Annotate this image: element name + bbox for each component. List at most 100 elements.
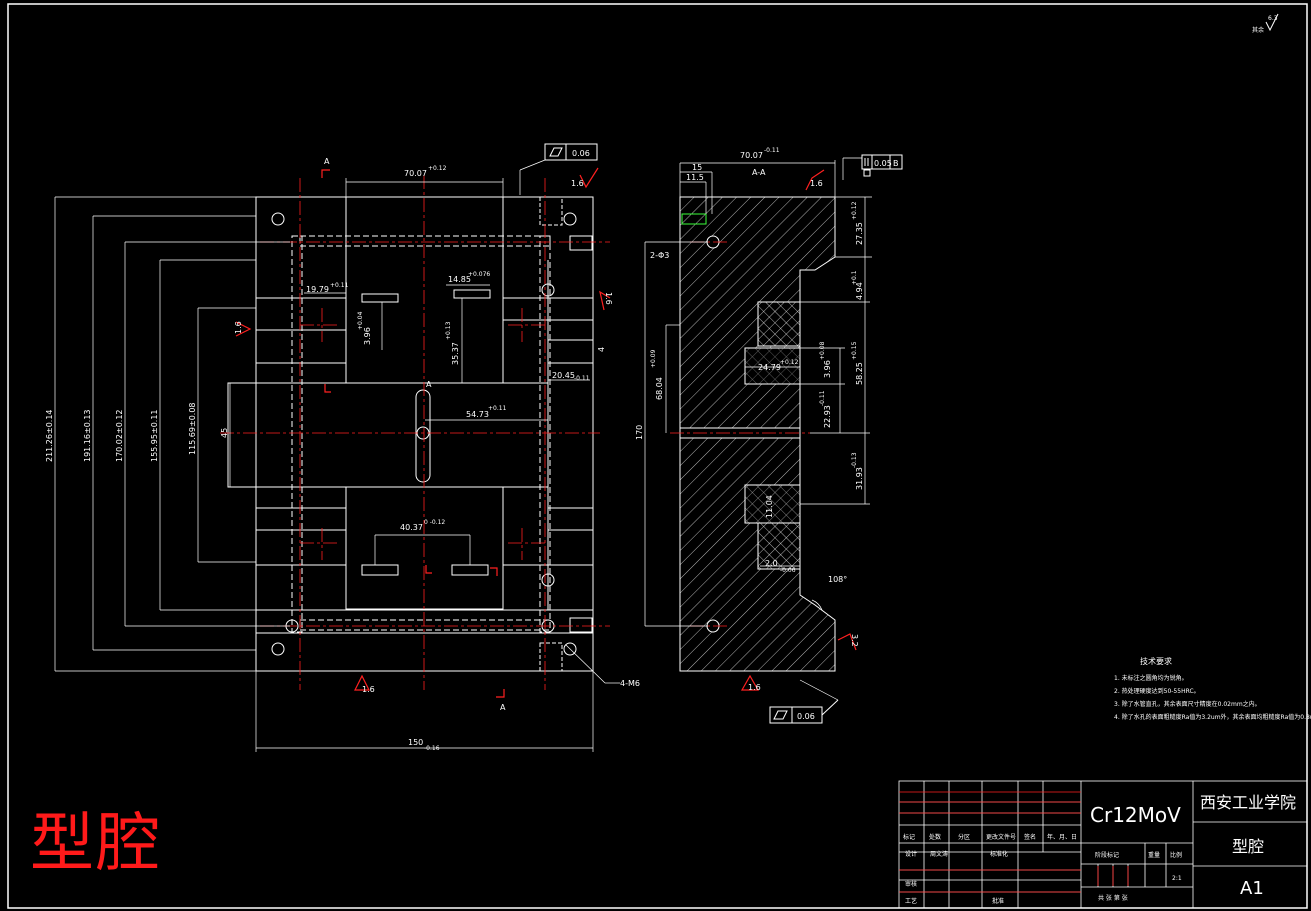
section-view (679, 196, 836, 672)
flatness-frame-bottom: 0.06 (769, 699, 839, 724)
standard-label: 标准化 (990, 850, 1008, 858)
sec-dim-top: 70.07 (740, 151, 763, 160)
dim-top-width-tol: +0.12 (428, 165, 447, 172)
sec-dim-20: 2.0 (765, 559, 778, 568)
header-zone: 分区 (958, 833, 970, 841)
note-2: 2. 热处理硬度达到50-55HRC。 (1114, 687, 1200, 695)
dim-small-h: 45 (220, 428, 229, 438)
dim-inner-h: 115.69±0.08 (188, 402, 197, 455)
dim-3537: 35.37 (451, 342, 460, 365)
scale-value: 2:1 (1172, 875, 1182, 882)
dim-396-tol: +0.04 (357, 311, 364, 330)
header-count: 处数 (929, 833, 941, 841)
sec-dim-2479: 24.79 (758, 363, 781, 372)
sec-dim-6804-tol: +0.09 (650, 349, 657, 368)
sec-dim-angle: 108° (828, 575, 847, 584)
section-label: A-A (752, 168, 766, 177)
header-mark: 标记 (903, 833, 915, 841)
cad-drawing-canvas: 其余 6.3 A A A 70.07 +0.12 150 -0.16 211.2… (7, 3, 1311, 909)
notes-heading: 技术要求 (1140, 656, 1172, 666)
front-view (227, 196, 594, 672)
flatness-top-value: 0.06 (572, 149, 590, 158)
dim-small-r: 4 (597, 347, 606, 352)
roughness-prefix: 其余 (1252, 26, 1264, 34)
dim-3537-tol: +0.13 (445, 321, 452, 340)
rough-front-right: 1.6 (604, 292, 613, 305)
front-center-lines (220, 175, 610, 690)
sec-dim-5825-tol: +0.15 (851, 341, 858, 360)
sec-dim-170: 170 (635, 425, 644, 440)
dim-1979-tol: +0.11 (330, 282, 349, 289)
sec-dim-396-tol: +0.08 (819, 341, 826, 360)
front-dim-lines (54, 159, 620, 752)
sec-dim-115: 11.5 (686, 173, 704, 182)
sec-dim-2479-tol: +0.12 (780, 359, 799, 366)
review-label: 审核 (905, 880, 917, 888)
rough-front-top: 1.6 (571, 179, 584, 188)
parallel-frame: 0.05 B (861, 154, 903, 177)
sec-dim-top-tol: -0.11 (764, 147, 780, 154)
section-mark-top: A (324, 157, 330, 166)
header-change-doc: 更改文件号 (986, 833, 1016, 841)
dim-bottom-width-tol: -0.16 (424, 745, 440, 752)
dim-4037-tol: 0 -0.12 (424, 519, 445, 526)
school-name: 西安工业学院 (1200, 793, 1296, 812)
dim-1485-tol: +0.076 (468, 271, 490, 278)
sec-dim-6804: 68.04 (655, 377, 664, 400)
roughness-value: 6.3 (1268, 15, 1278, 22)
sec-dim-396: 3.96 (823, 360, 832, 378)
dim-5473-tol: +0.11 (488, 405, 507, 412)
sec-dim-hole: 2-Φ3 (650, 251, 669, 260)
sheet-size: A1 (1240, 878, 1264, 899)
sec-dim-3193: 31.93 (855, 467, 864, 490)
section-mark-center: A (426, 380, 432, 389)
sec-dim-3193-tol: -0.13 (851, 452, 858, 468)
drawing-title: 型腔 (30, 807, 162, 881)
corner-roughness: 其余 6.3 (1252, 13, 1279, 34)
sec-rough-bottom: 1.6 (748, 683, 761, 692)
sec-dim-1104: 11.04 (765, 495, 774, 518)
dim-5473: 54.73 (466, 410, 489, 419)
dim-thread: 4-M6 (620, 679, 640, 688)
rough-front-left: 1.6 (234, 321, 243, 334)
front-labels: A A A 70.07 +0.12 150 -0.16 211.26±0.14 … (45, 157, 640, 752)
dim-h3: 170.02±0.12 (115, 409, 124, 462)
process-label: 工艺 (905, 897, 917, 905)
note-3: 3. 除了水管直孔，其余表面尺寸精度在0.02mm之内。 (1114, 700, 1261, 708)
drawing-border (7, 3, 1308, 909)
dim-bottom-width: 150 (408, 738, 423, 747)
sec-rough-top: 1.6 (810, 179, 823, 188)
designer-label: 设计 (905, 850, 917, 858)
sec-dim-5825: 58.25 (855, 362, 864, 385)
dim-h2: 191.16±0.13 (83, 409, 92, 462)
note-1: 1. 未标注之圆角均为锐角。 (1114, 674, 1188, 682)
header-signature: 签名 (1024, 833, 1036, 841)
parallel-datum: B (893, 159, 899, 168)
technical-notes: 技术要求 1. 未标注之圆角均为锐角。 2. 热处理硬度达到50-55HRC。 … (1114, 656, 1311, 721)
stage-label: 阶段标记 (1095, 851, 1119, 859)
dim-h4: 155.95±0.11 (150, 409, 159, 462)
material: Cr12MoV (1090, 803, 1181, 827)
section-mark-bottom: A (500, 703, 506, 712)
title-block-text: Cr12MoV 西安工业学院 型腔 A1 标记 处数 分区 更改文件号 签名 年… (903, 793, 1296, 905)
dim-top-width: 70.07 (404, 169, 427, 178)
parallel-value: 0.05 (874, 159, 892, 168)
sec-dim-2735: 27.35 (855, 222, 864, 245)
sec-dim-15: 15 (692, 163, 702, 172)
designer-name: 周文涛 (930, 850, 948, 858)
sec-dim-2735-tol: +0.12 (851, 201, 858, 220)
scale-label: 比例 (1170, 851, 1182, 859)
dim-4037: 40.37 (400, 523, 423, 532)
dim-h1: 211.26±0.14 (45, 409, 54, 462)
weight-label: 重量 (1148, 851, 1160, 859)
dim-2045-tol: -0.11 (574, 375, 590, 382)
dim-396: 3.96 (363, 327, 372, 345)
flatness-bottom-value: 0.06 (797, 712, 815, 721)
sec-rough-32: 3.2 (850, 634, 859, 647)
sec-dim-494-tol: +0.1 (851, 270, 858, 285)
flatness-frame-top: 0.06 (544, 143, 598, 161)
approve-label: 批准 (992, 897, 1004, 905)
rough-front-bottom: 1.6 (362, 685, 375, 694)
note-4: 4. 除了水孔的表面粗糙度Ra值为3.2um外，其余表面均粗糙度Ra值为0.8u… (1114, 713, 1311, 721)
sec-dim-2293-tol: -0.11 (819, 390, 826, 406)
